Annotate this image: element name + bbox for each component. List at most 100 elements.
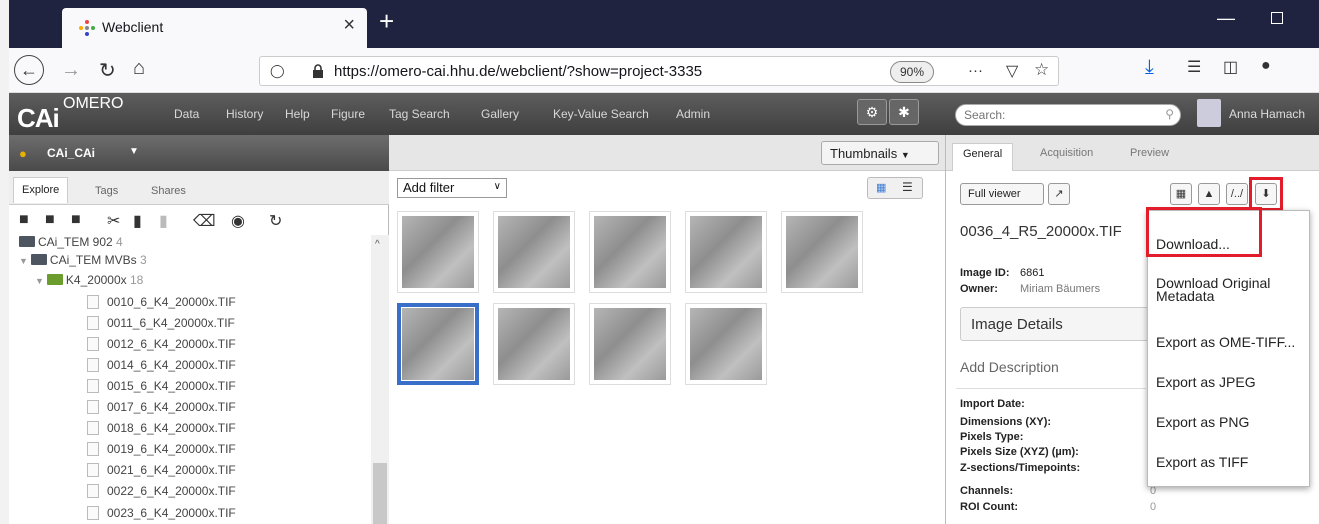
image-thumbnail[interactable] [685, 211, 767, 293]
image-details-section[interactable]: Image Details [960, 307, 1160, 341]
menu-tag-search[interactable]: Tag Search [389, 107, 450, 121]
open-with-icon[interactable]: ↗ [1048, 183, 1070, 205]
owner-value[interactable]: Miriam Bäumers [1020, 283, 1100, 295]
scroll-up-icon[interactable]: ^ [375, 239, 380, 250]
tree-item[interactable]: ▼ CAi_TEM MVBs 3 [19, 253, 147, 273]
image-thumbnail[interactable] [397, 211, 479, 293]
pocket-icon[interactable]: ▽ [1006, 61, 1018, 81]
search-input[interactable] [964, 108, 1154, 122]
avatar[interactable] [1197, 99, 1221, 127]
maximize-icon[interactable] [1271, 12, 1283, 24]
tab-explore[interactable]: Explore [13, 177, 69, 203]
library-icon[interactable]: ☰ [1187, 57, 1201, 77]
new-screen-icon[interactable]: ■ [71, 211, 81, 229]
image-thumbnail[interactable] [589, 211, 671, 293]
user-name[interactable]: Anna Hamach [1229, 107, 1305, 121]
downloads-icon[interactable]: ⤓ [1145, 56, 1154, 79]
image-id-label: Image ID: [960, 267, 1010, 279]
scrollbar-thumb[interactable] [373, 463, 387, 524]
new-project-icon[interactable]: ■ [19, 211, 29, 229]
tab-tags[interactable]: Tags [87, 179, 126, 205]
menu-item-download-original-metadata[interactable]: Download Original Metadata [1156, 276, 1296, 303]
menu-admin[interactable]: Admin [676, 107, 710, 121]
right-tabs: General Acquisition Preview [946, 135, 1319, 171]
back-icon[interactable]: ← [14, 55, 44, 85]
search-icon[interactable]: ⚲ [1165, 107, 1174, 121]
menu-history[interactable]: History [226, 107, 263, 121]
new-tab-icon[interactable]: + [379, 6, 394, 37]
account-icon[interactable]: ● [1261, 57, 1271, 75]
tree-item[interactable]: 0017_6_K4_20000x.TIF [87, 400, 236, 420]
tab-shares[interactable]: Shares [143, 179, 194, 205]
menu-item-export-jpeg[interactable]: Export as JPEG [1156, 375, 1256, 389]
tree-item[interactable]: 0014_6_K4_20000x.TIF [87, 358, 236, 378]
view-mode-select[interactable]: Thumbnails ▼ [821, 141, 939, 165]
tree-item[interactable]: 0012_6_K4_20000x.TIF [87, 337, 236, 357]
zoom-level-badge[interactable]: 90% [890, 61, 934, 83]
tab-general[interactable]: General [952, 143, 1014, 171]
home-icon[interactable]: ⌂ [133, 57, 145, 80]
tree-item[interactable]: 0011_6_K4_20000x.TIF [87, 316, 235, 336]
image-thumbnail-selected[interactable] [397, 303, 479, 385]
tree-item[interactable]: 0019_6_K4_20000x.TIF [87, 442, 236, 462]
minimize-icon[interactable]: — [1217, 8, 1235, 29]
reload-icon[interactable]: ↻ [99, 58, 116, 83]
full-viewer-button[interactable]: Full viewer [960, 183, 1044, 205]
omero-search[interactable]: ⚲ [955, 104, 1181, 126]
menu-item-export-tiff[interactable]: Export as TIFF [1156, 455, 1248, 469]
tree-scrollbar[interactable]: ^ [371, 235, 389, 524]
tree-item[interactable]: 0023_6_K4_20000x.TIF [87, 506, 236, 524]
download-icon-highlight [1249, 177, 1283, 211]
hierarchy-icon[interactable]: ▲ [1198, 183, 1220, 205]
browser-tab[interactable]: Webclient × [62, 8, 367, 48]
menu-key-value-search[interactable]: Key-Value Search [553, 107, 649, 121]
url-field[interactable]: ◯ https://omero-cai.hhu.de/webclient/?sh… [259, 56, 1059, 86]
image-thumbnail[interactable] [589, 303, 671, 385]
bookmark-star-icon[interactable]: ☆ [1034, 60, 1049, 80]
copy-icon[interactable]: ▮ [133, 211, 142, 231]
refresh-icon[interactable]: ↻ [269, 211, 282, 231]
file-icon [87, 379, 99, 393]
tree-item[interactable]: 0021_6_K4_20000x.TIF [87, 463, 236, 483]
page-actions-icon[interactable]: ··· [968, 62, 983, 79]
tree-item[interactable]: 0015_6_K4_20000x.TIF [87, 379, 236, 399]
tree-item[interactable]: ▼ K4_20000x 18 [35, 273, 143, 293]
scripts-icon[interactable]: ✱ [889, 99, 919, 125]
image-thumbnail[interactable] [781, 211, 863, 293]
forward-icon[interactable]: → [61, 59, 81, 82]
tree-item[interactable]: 0018_6_K4_20000x.TIF [87, 421, 236, 441]
menu-gallery[interactable]: Gallery [481, 107, 519, 121]
paste-icon[interactable]: ▮ [159, 211, 168, 231]
menu-item-export-ome-tiff[interactable]: Export as OME-TIFF... [1156, 335, 1295, 349]
image-thumbnail[interactable] [493, 303, 575, 385]
image-thumbnail[interactable] [493, 211, 575, 293]
tree-item[interactable]: CAi_TEM 902 4 [19, 235, 123, 255]
tree-item[interactable]: 0022_6_K4_20000x.TIF [87, 484, 236, 504]
add-description-link[interactable]: Add Description [960, 359, 1059, 375]
link-icon[interactable]: /../ [1226, 183, 1248, 205]
chevron-down-icon: ∨ [493, 181, 501, 192]
cut-icon[interactable]: ✂ [107, 211, 120, 231]
settings-icon[interactable]: ⚙ [857, 99, 887, 125]
image-thumbnail[interactable] [685, 303, 767, 385]
menu-item-export-png[interactable]: Export as PNG [1156, 415, 1249, 429]
view-toggle[interactable]: ▦ ☰ [867, 177, 923, 199]
cai-logo[interactable]: CAi [17, 103, 60, 134]
tab-preview[interactable]: Preview [1120, 143, 1179, 163]
add-filter-select[interactable]: Add filter ∨ [397, 178, 507, 198]
tab-acquisition[interactable]: Acquisition [1030, 143, 1103, 163]
download-item-highlight [1146, 207, 1262, 257]
delete-icon[interactable]: ⌫ [193, 211, 216, 231]
tab-close-icon[interactable]: × [343, 14, 355, 37]
thumbnail-grid-icon[interactable]: ▦ [1170, 183, 1192, 205]
menu-figure[interactable]: Figure [331, 107, 365, 121]
new-dataset-icon[interactable]: ■ [45, 211, 55, 229]
tree-item[interactable]: 0010_6_K4_20000x.TIF [87, 295, 236, 315]
menu-data[interactable]: Data [174, 107, 199, 121]
globe-icon[interactable]: ◉ [231, 211, 245, 231]
grid-view-icon[interactable]: ▦ [876, 181, 886, 194]
menu-help[interactable]: Help [285, 107, 310, 121]
sidebar-icon[interactable]: ◫ [1223, 57, 1238, 77]
list-view-icon[interactable]: ☰ [902, 180, 913, 194]
group-selector[interactable]: ● CAi_CAi ▼ [9, 135, 389, 171]
